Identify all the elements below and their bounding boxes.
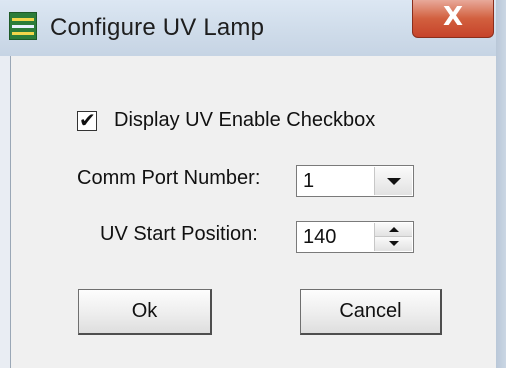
display-uv-enable-label[interactable]: Display UV Enable Checkbox	[114, 109, 375, 132]
ok-button[interactable]: Ok	[78, 289, 212, 335]
comm-port-dropdown-button[interactable]	[374, 167, 412, 195]
app-logo-icon	[9, 12, 37, 40]
close-button[interactable]: X	[412, 0, 494, 38]
uv-start-position-value[interactable]: 140	[303, 226, 336, 249]
uv-start-position-stepper[interactable]: 140	[296, 221, 414, 253]
close-icon: X	[442, 2, 464, 32]
uv-start-position-label: UV Start Position:	[100, 223, 258, 245]
arrow-up-icon	[388, 227, 399, 232]
comm-port-select[interactable]: 1	[296, 165, 414, 197]
window-title: Configure UV Lamp	[50, 14, 265, 41]
stepper-down-button[interactable]	[374, 237, 412, 251]
title-bar: Configure UV Lamp X	[0, 0, 506, 56]
checkmark-icon: ✔	[79, 108, 96, 132]
display-uv-enable-checkbox[interactable]: ✔	[77, 108, 97, 132]
comm-port-value: 1	[303, 170, 315, 192]
chevron-down-icon	[386, 178, 401, 185]
cancel-button[interactable]: Cancel	[300, 289, 442, 335]
comm-port-label: Comm Port Number:	[77, 167, 261, 189]
arrow-down-icon	[388, 241, 399, 246]
stepper-up-button[interactable]	[374, 223, 412, 237]
window-frame-right	[496, 0, 506, 368]
